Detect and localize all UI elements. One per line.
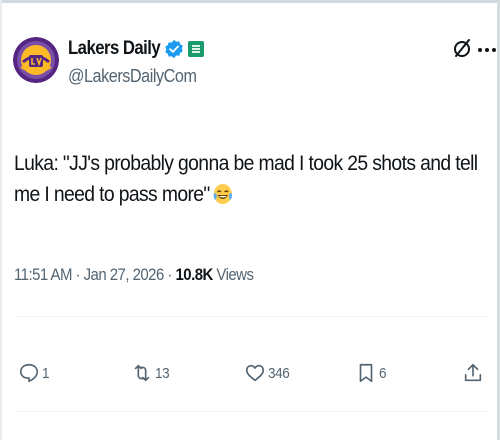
face-with-tears-of-joy-icon <box>213 184 233 204</box>
lakers-logo-icon <box>13 37 59 83</box>
retweet-count: 13 <box>155 364 170 382</box>
views-count: 10.8K <box>175 265 213 284</box>
verified-badge-icon[interactable] <box>164 39 184 59</box>
more-options-icon[interactable] <box>478 47 500 53</box>
reply-count: 1 <box>42 364 50 382</box>
bookmark-count: 6 <box>379 364 387 382</box>
avatar[interactable] <box>13 37 59 83</box>
window-left-border <box>0 0 2 440</box>
author-name-row: Lakers Daily <box>68 36 204 62</box>
reply-icon <box>19 363 39 383</box>
bookmark-icon <box>359 363 373 383</box>
divider <box>14 316 490 317</box>
tweet-text: Luka: "JJ's probably gonna be mad I took… <box>14 148 482 210</box>
tweet-time[interactable]: 11:51 AM <box>14 265 72 284</box>
reply-button[interactable]: 1 <box>18 362 50 384</box>
bookmark-button[interactable]: 6 <box>355 362 387 384</box>
heart-icon <box>245 364 265 382</box>
retweet-button[interactable]: 13 <box>131 362 171 384</box>
views-label: Views <box>216 265 254 284</box>
grok-icon[interactable] <box>452 37 474 59</box>
affiliate-badge-icon[interactable] <box>187 41 204 57</box>
meta-separator: · <box>167 265 172 284</box>
meta-separator: · <box>75 265 81 284</box>
share-icon <box>464 363 482 382</box>
author-display-name[interactable]: Lakers Daily <box>68 38 161 60</box>
like-button[interactable]: 346 <box>244 362 292 384</box>
tweet-text-content: Luka: "JJ's probably gonna be mad I took… <box>14 151 478 206</box>
share-button[interactable] <box>462 362 484 384</box>
tweet-date[interactable]: Jan 27, 2026 <box>84 265 165 284</box>
tweet-meta: 11:51 AM · Jan 27, 2026 · 10.8K Views <box>14 265 254 285</box>
retweet-icon <box>134 364 150 382</box>
window-top-border <box>0 0 500 3</box>
divider <box>14 411 490 412</box>
author-handle[interactable]: @LakersDailyCom <box>68 66 197 87</box>
like-count: 346 <box>268 364 290 382</box>
